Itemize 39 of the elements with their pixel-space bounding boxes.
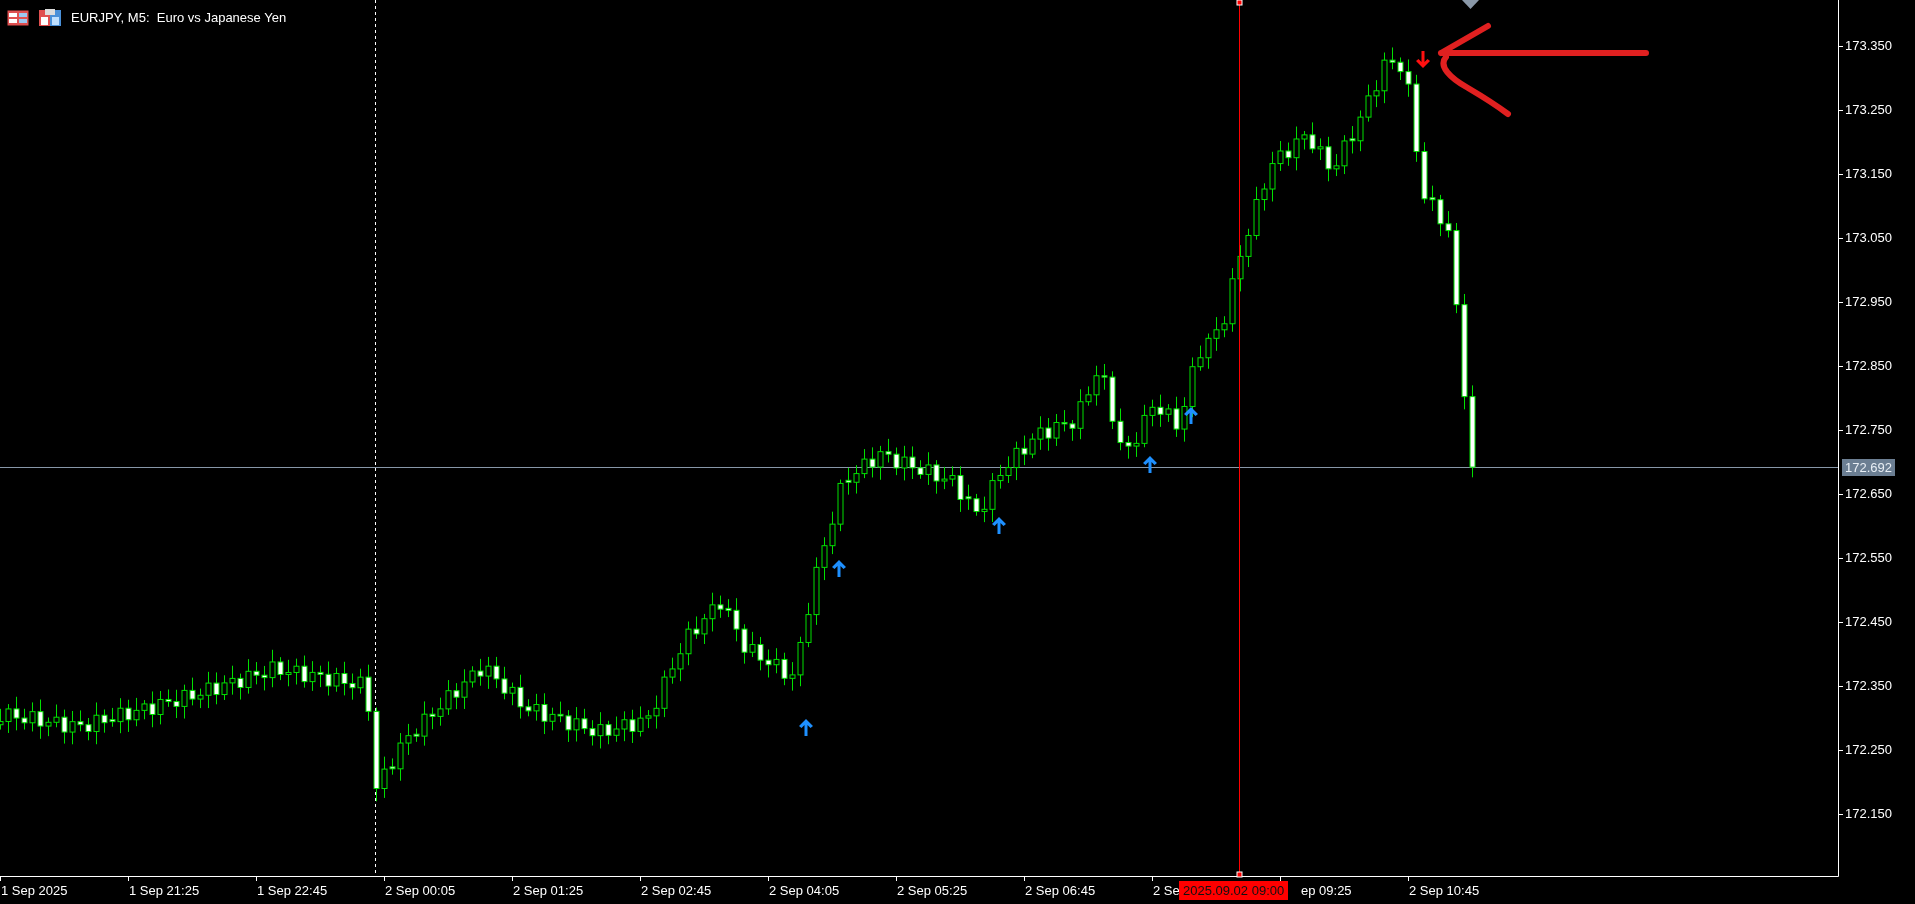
price-label: 172.650 [1845, 487, 1892, 500]
chart-title: EURJPY, M5: Euro vs Japanese Yen [71, 11, 287, 24]
price-label: 172.350 [1845, 679, 1892, 692]
up-arrow-icon [992, 517, 1006, 534]
time-label: 2 Sep 02:45 [641, 884, 712, 897]
grid-window-icon[interactable] [7, 9, 29, 26]
cursor-time-label: 2025.09.02 09:00 [1179, 881, 1289, 900]
price-label: 172.850 [1845, 359, 1892, 372]
time-label: 1 Sep 22:45 [257, 884, 328, 897]
time-label: 2 Sep 06:45 [1025, 884, 1096, 897]
time-label: 1 Sep 2025 [1, 884, 68, 897]
price-label: 172.750 [1845, 423, 1892, 436]
time-label: ep 09:25 [1301, 884, 1352, 897]
time-label: 2 Sep 05:25 [897, 884, 968, 897]
up-arrow-icon [832, 560, 846, 577]
price-label: 173.250 [1845, 103, 1892, 116]
down-arrow-icon [1416, 51, 1430, 68]
cursor-handle-icon[interactable] [1236, 0, 1243, 6]
time-label: 2 Se [1153, 884, 1180, 897]
up-arrow-icon [799, 719, 813, 736]
price-label: 172.150 [1845, 807, 1892, 820]
time-label: 2 Sep 04:05 [769, 884, 840, 897]
time-label: 2 Sep 10:45 [1409, 884, 1480, 897]
price-label: 172.550 [1845, 551, 1892, 564]
up-arrow-icon [1143, 456, 1157, 473]
floppy-disk-icon[interactable] [39, 9, 61, 26]
price-label: 173.150 [1845, 167, 1892, 180]
triangle-marker-icon[interactable] [1462, 0, 1479, 9]
up-arrow-icon [1184, 407, 1198, 424]
price-label: 172.250 [1845, 743, 1892, 756]
price-label: 173.050 [1845, 231, 1892, 244]
time-label: 2 Sep 00:05 [385, 884, 456, 897]
price-label: 172.950 [1845, 295, 1892, 308]
price-label: 172.450 [1845, 615, 1892, 628]
cursor-handle-icon[interactable] [1236, 871, 1243, 878]
price-label: 173.350 [1845, 39, 1892, 52]
time-label: 2 Sep 01:25 [513, 884, 584, 897]
current-price-label: 172.692 [1842, 459, 1895, 476]
time-label: 1 Sep 21:25 [129, 884, 200, 897]
